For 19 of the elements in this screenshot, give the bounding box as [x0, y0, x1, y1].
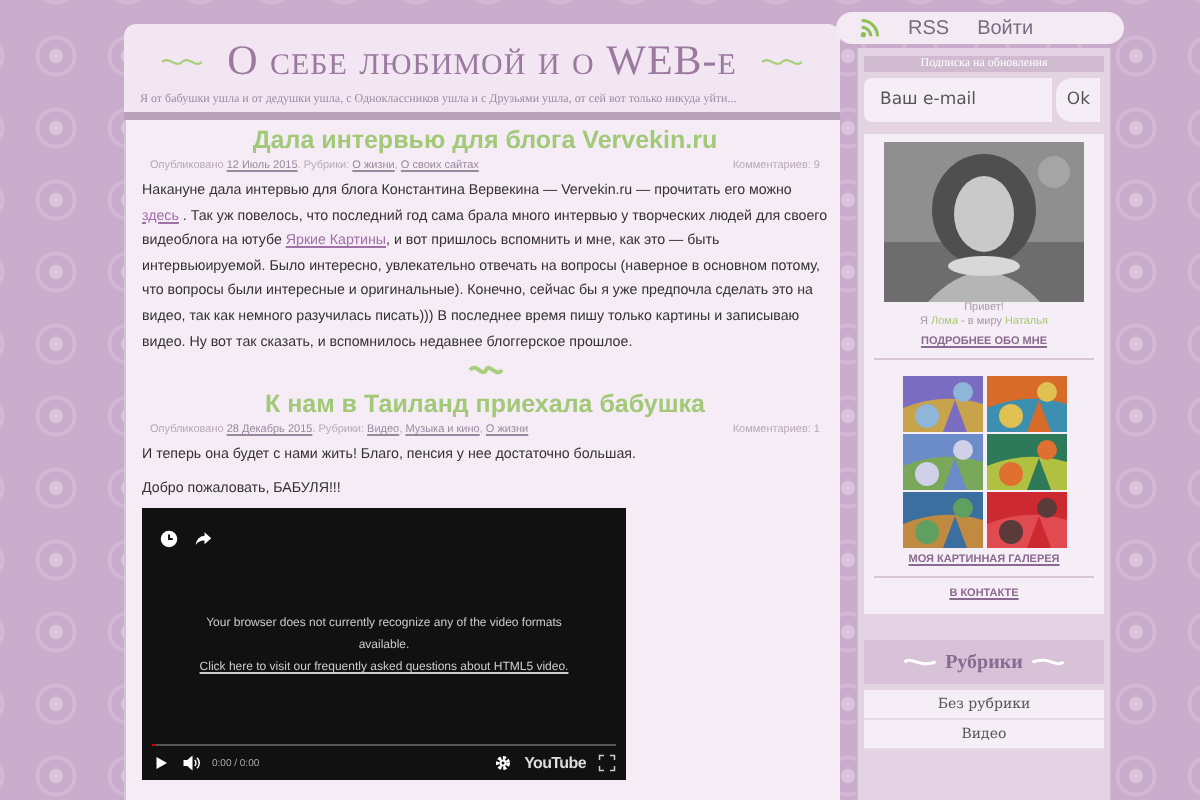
ok-button[interactable]: Ok	[1056, 78, 1100, 122]
clock-icon	[160, 530, 178, 549]
rss-icon	[860, 18, 880, 38]
email-field[interactable]: Ваш e-mail	[864, 78, 1053, 122]
youtube-logo[interactable]: YouTube	[524, 754, 586, 773]
ornament-icon	[1030, 656, 1067, 668]
fullscreen-icon	[598, 754, 616, 773]
settings-icon	[494, 754, 513, 773]
ornament-icon	[463, 362, 507, 379]
rss-link[interactable]: RSS	[908, 17, 950, 39]
site-title[interactable]: О себе любимой и о WEB-е	[227, 36, 737, 86]
play-icon	[152, 754, 170, 773]
ornament-icon	[159, 53, 204, 69]
share-icon	[194, 530, 212, 549]
login-link[interactable]: Войти	[977, 17, 1034, 39]
ornament-icon	[760, 53, 805, 69]
volume-icon	[182, 754, 200, 773]
ornament-icon	[901, 656, 938, 668]
categories-heading: Рубрики	[945, 651, 1023, 673]
